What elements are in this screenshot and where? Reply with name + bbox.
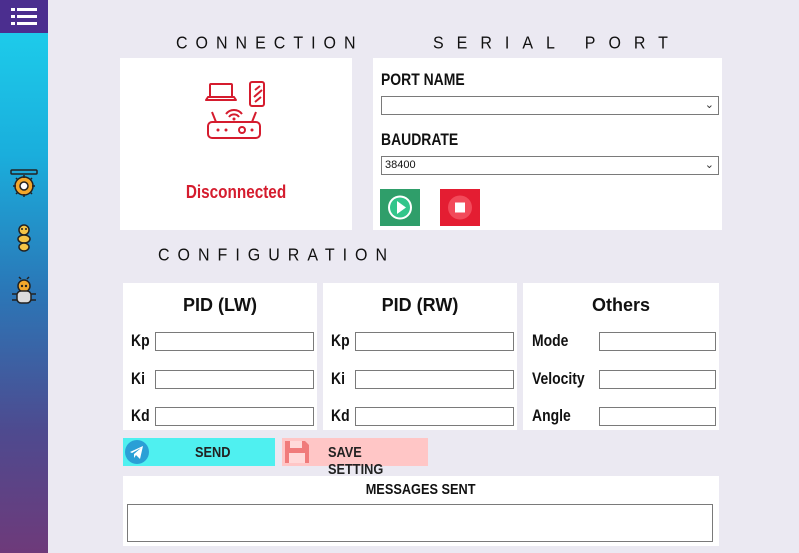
baudrate-select[interactable]: 38400 ⌄ <box>381 156 719 175</box>
messages-sent-box[interactable] <box>127 504 713 542</box>
connection-panel: Disconnected <box>120 58 352 230</box>
pid-lw-kd-input[interactable] <box>155 407 314 426</box>
configuration-heading: CONFIGURATION <box>158 246 396 265</box>
send-button[interactable]: SEND <box>123 438 275 466</box>
connection-heading: CONNECTION <box>176 34 364 53</box>
save-setting-label: SAVE SETTING <box>328 444 384 478</box>
others-title: Others <box>591 295 651 315</box>
pid-rw-ki-input[interactable] <box>355 370 514 389</box>
save-setting-button[interactable]: SAVE SETTING <box>282 438 428 478</box>
messages-title: MESSAGES SENT <box>366 481 476 498</box>
chevron-down-icon: ⌄ <box>704 99 714 111</box>
baudrate-value: 38400 <box>385 159 416 171</box>
messages-panel: MESSAGES SENT <box>123 476 719 546</box>
play-icon <box>388 195 412 220</box>
send-plane-icon <box>125 440 149 464</box>
floppy-disk-icon <box>285 441 309 463</box>
baudrate-label: BAUDRATE <box>381 130 459 149</box>
velocity-label: Velocity <box>532 369 585 388</box>
disconnect-button[interactable] <box>440 189 480 226</box>
connection-status: Disconnected <box>185 182 287 202</box>
sidebar <box>0 0 48 553</box>
settings-gear-icon[interactable] <box>8 168 40 200</box>
stop-icon <box>448 195 472 220</box>
menu-button[interactable] <box>0 0 48 33</box>
pid-rw-kp-label: Kp <box>331 331 350 350</box>
serial-port-panel: PORT NAME ⌄ BAUDRATE 38400 ⌄ <box>373 58 722 230</box>
chevron-down-icon: ⌄ <box>704 159 714 171</box>
port-name-label: PORT NAME <box>381 70 465 89</box>
port-name-select[interactable]: ⌄ <box>381 96 719 115</box>
pid-rw-title: PID (RW) <box>381 295 459 315</box>
pid-rw-kd-input[interactable] <box>355 407 514 426</box>
serial-port-heading: SERIAL PORT <box>433 34 681 53</box>
angle-input[interactable] <box>599 407 716 426</box>
pid-rw-panel: PID (RW) Kp Ki Kd <box>323 283 517 430</box>
pid-lw-title: PID (LW) <box>183 295 257 315</box>
pid-rw-kd-label: Kd <box>331 406 350 425</box>
pid-rw-ki-label: Ki <box>331 369 345 388</box>
pid-lw-kd-label: Kd <box>131 406 150 425</box>
robot-bug-icon[interactable] <box>8 276 40 308</box>
pid-rw-kp-input[interactable] <box>355 332 514 351</box>
pid-lw-kp-label: Kp <box>131 331 150 350</box>
pid-lw-kp-input[interactable] <box>155 332 314 351</box>
connect-button[interactable] <box>380 189 420 226</box>
mode-label: Mode <box>532 331 569 350</box>
robot-worm-icon[interactable] <box>8 222 40 254</box>
others-panel: Others Mode Velocity Angle <box>523 283 719 430</box>
pid-lw-ki-label: Ki <box>131 369 145 388</box>
velocity-input[interactable] <box>599 370 716 389</box>
mode-input[interactable] <box>599 332 716 351</box>
pid-lw-ki-input[interactable] <box>155 370 314 389</box>
list-icon <box>11 7 37 25</box>
pid-lw-panel: PID (LW) Kp Ki Kd <box>123 283 317 430</box>
send-label: SEND <box>195 444 231 461</box>
angle-label: Angle <box>532 406 571 425</box>
network-devices-icon <box>205 81 265 139</box>
